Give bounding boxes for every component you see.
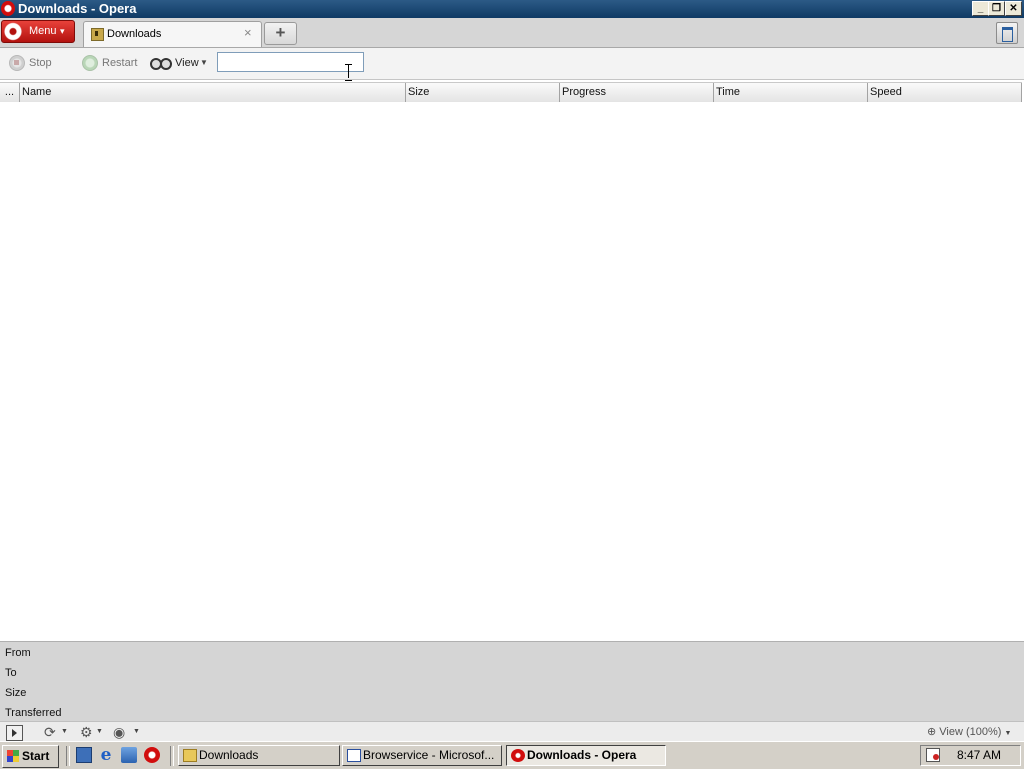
window-title: Downloads - Opera [18,1,137,16]
scheduler-tray-icon[interactable] [926,748,940,762]
start-button[interactable]: Start [2,745,59,768]
column-header-size[interactable]: Size [406,83,560,102]
chevron-down-icon[interactable]: ▼ [96,725,103,739]
minimize-button[interactable]: _ [972,1,989,16]
restart-label: Restart [102,57,138,69]
column-header-name[interactable]: Name [20,83,406,102]
close-tab-icon[interactable]: × [244,25,252,40]
download-list-header: ... Name Size Progress Time Speed [0,82,1022,103]
tab-downloads[interactable]: Downloads × [83,21,262,47]
restart-button[interactable]: Restart [82,54,142,72]
chevron-down-icon: ▼ [1004,730,1012,737]
taskbar-item-label: Downloads - Opera [527,748,637,762]
ie-window-icon [347,749,361,762]
taskbar: Start e Downloads Browservice - Microsof… [0,741,1024,769]
column-header-progress[interactable]: Progress [560,83,714,102]
unite-icon[interactable]: ⚙ [80,725,93,739]
clock[interactable]: 8:47 AM [957,748,1001,763]
binoculars-icon [150,58,172,70]
panel-toggle-icon[interactable] [6,725,23,741]
magnifier-icon: ⊕ [927,726,937,738]
view-label: View [175,57,199,69]
download-details-panel: From To Size Transferred [0,641,1024,722]
restart-icon [82,55,98,71]
transferred-label: Transferred [5,707,62,719]
taskbar-item-opera[interactable]: Downloads - Opera [506,745,666,766]
taskbar-item-label: Downloads [199,748,259,762]
opera-logo-icon [1,1,15,16]
network-icon[interactable] [121,747,137,763]
taskbar-item-browservice[interactable]: Browservice - Microsof... [342,745,502,766]
close-window-button[interactable]: ✕ [1005,1,1022,16]
download-list[interactable] [0,102,1024,640]
downloads-icon [91,28,104,41]
stop-label: Stop [29,57,52,69]
zoom-control[interactable]: ⊕ View (100%) ▼ [927,725,1011,739]
stop-icon [9,55,25,71]
chevron-down-icon: ▾ [60,26,65,36]
view-button[interactable]: View ▼ [150,54,209,72]
system-tray: 8:47 AM [920,745,1021,766]
quick-find-input[interactable] [217,52,364,72]
stop-button[interactable]: Stop [9,54,59,72]
chevron-down-icon: ▼ [200,58,208,67]
restore-button[interactable]: ❐ [988,1,1005,16]
chevron-down-icon[interactable]: ▼ [61,725,68,739]
windows-logo-icon [7,750,19,762]
start-label: Start [22,749,50,763]
column-options-header[interactable]: ... [0,83,20,102]
show-desktop-icon[interactable] [76,747,92,763]
opera-launch-icon[interactable] [144,747,160,763]
title-bar: Downloads - Opera _ ❐ ✕ [0,0,1024,18]
status-bar: ⟳ ▼ ⚙ ▼ ◉ ▼ ⊕ View (100%) ▼ [0,721,1024,742]
from-label: From [5,647,31,659]
menu-label: Menu [29,25,57,37]
taskbar-separator [66,746,70,766]
taskbar-item-label: Browservice - Microsof... [363,748,495,762]
column-header-time[interactable]: Time [714,83,868,102]
new-tab-button[interactable]: + [264,22,297,45]
folder-icon [183,749,197,762]
trash-icon[interactable] [996,22,1018,44]
size-label: Size [5,687,27,699]
opera-logo-icon [4,22,22,41]
opera-menu-button[interactable]: Menu ▾ [1,20,75,43]
zoom-label: View (100%) [939,726,1002,738]
column-header-speed[interactable]: Speed [868,83,1022,102]
opera-logo-icon [511,749,525,762]
taskbar-separator [170,746,174,766]
sync-icon[interactable]: ⟳ [44,725,56,739]
text-cursor-icon [344,63,353,81]
taskbar-item-downloads-folder[interactable]: Downloads [178,745,340,766]
to-label: To [5,667,17,679]
downloads-toolbar: Stop Restart View ▼ [0,48,1024,80]
tab-label: Downloads [107,28,162,40]
turbo-icon[interactable]: ◉ [113,725,125,739]
tab-strip: Menu ▾ Downloads × + [0,18,1024,48]
chevron-down-icon[interactable]: ▼ [133,725,140,739]
internet-explorer-icon[interactable]: e [98,747,114,764]
